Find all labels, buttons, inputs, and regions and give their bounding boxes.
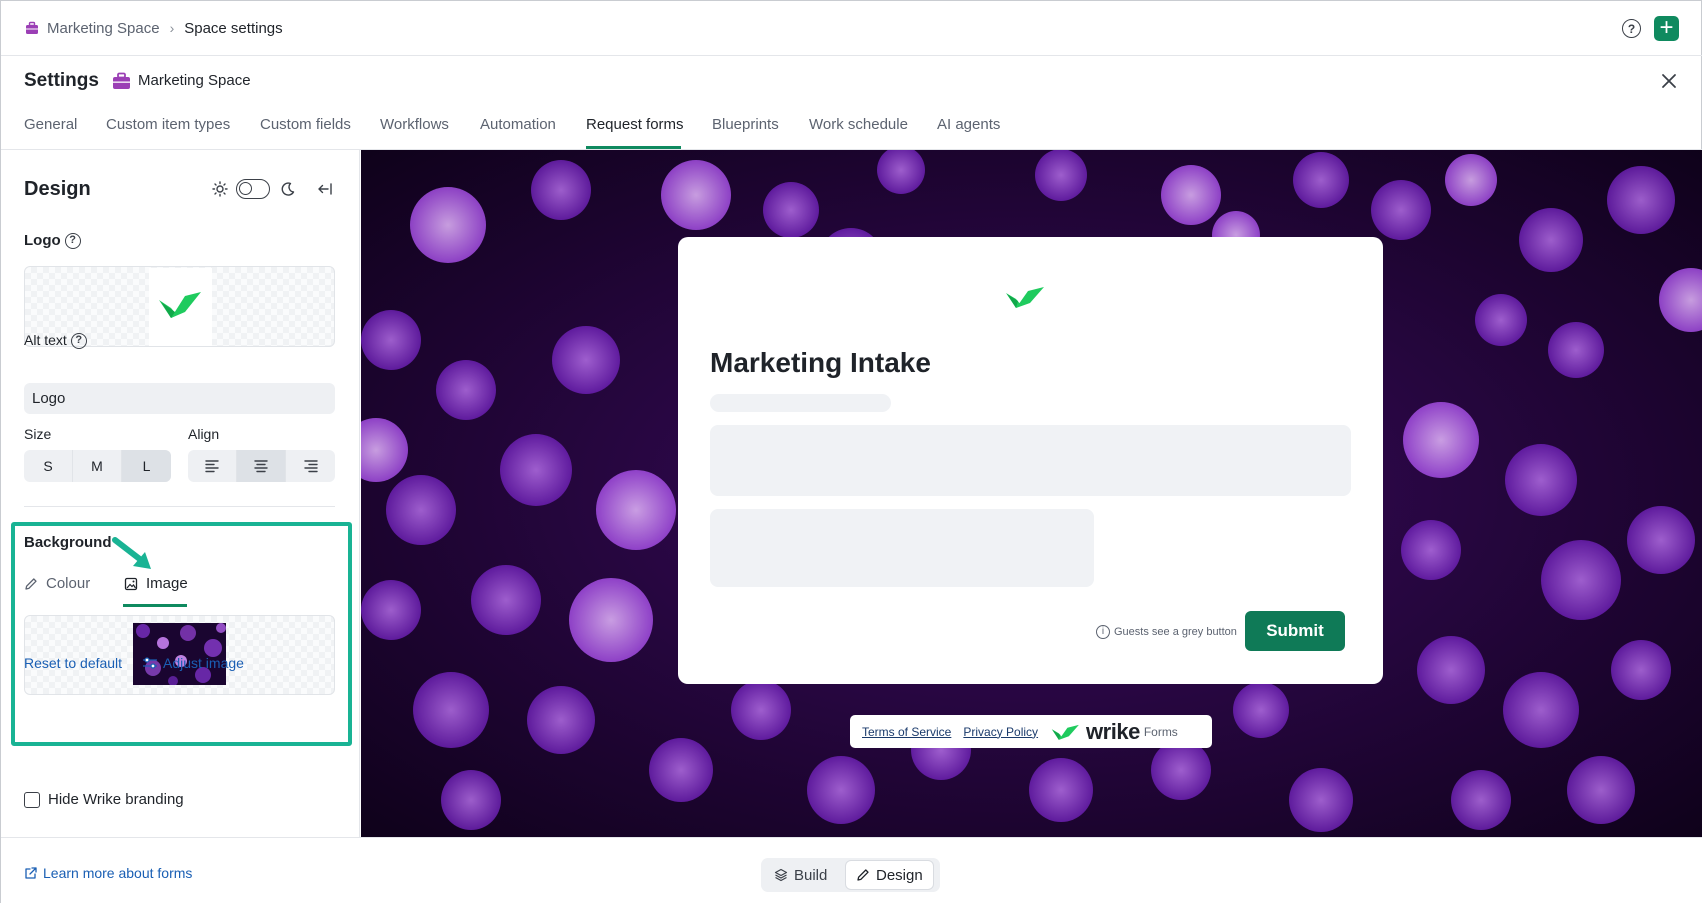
learn-more-text: Learn more about forms: [43, 865, 193, 881]
alt-text-label: Alt text?: [24, 332, 87, 350]
bg-tab-colour[interactable]: Colour: [24, 575, 90, 592]
design-mode-label: Design: [876, 866, 923, 884]
briefcase-icon: [113, 72, 130, 89]
logo-label: Logo?: [24, 232, 81, 250]
guest-note: i Guests see a grey button: [1096, 625, 1237, 639]
tab-work-schedule[interactable]: Work schedule: [809, 116, 908, 133]
reset-to-default-link[interactable]: Reset to default: [24, 655, 122, 671]
bg-tab-colour-label: Colour: [46, 575, 91, 592]
wrike-logo-icon: [1051, 724, 1079, 740]
active-tab-indicator: [586, 146, 681, 149]
size-selector: S M L: [24, 450, 171, 482]
tab-request-forms[interactable]: Request forms: [586, 116, 684, 133]
collapse-panel-icon[interactable]: [317, 181, 333, 197]
pencil-icon: [25, 577, 37, 590]
size-s-button[interactable]: S: [24, 450, 73, 482]
hide-branding-label: Hide Wrike branding: [48, 791, 184, 808]
align-right-button[interactable]: [286, 450, 335, 482]
adjust-image-label: Adjust image: [163, 655, 244, 671]
breadcrumb-current: Space settings: [184, 19, 283, 37]
tab-general[interactable]: General: [24, 116, 77, 133]
tab-workflows[interactable]: Workflows: [380, 116, 449, 133]
sun-icon: [212, 181, 228, 197]
alt-text-input[interactable]: Logo: [24, 383, 335, 414]
brush-icon: [857, 869, 869, 881]
align-center-button[interactable]: [237, 450, 286, 482]
info-icon: i: [1096, 625, 1110, 639]
divider: [24, 506, 335, 507]
sliders-icon: [143, 657, 157, 669]
guest-note-text: Guests see a grey button: [1114, 626, 1237, 638]
help-icon[interactable]: ?: [1622, 19, 1641, 38]
help-icon[interactable]: ?: [64, 233, 81, 250]
form-footer: Terms of Service Privacy Policy wrike Fo…: [850, 715, 1212, 748]
page-title: Settings: [24, 70, 99, 91]
form-title: Marketing Intake: [710, 347, 931, 378]
align-right-icon: [303, 460, 318, 473]
add-icon[interactable]: +: [1654, 16, 1679, 41]
layers-icon: [774, 868, 788, 882]
align-left-icon: [205, 460, 219, 473]
theme-toggle[interactable]: [236, 179, 270, 199]
build-design-toggle: Build Design: [761, 858, 940, 892]
learn-more-link[interactable]: Learn more about forms: [24, 865, 192, 881]
size-label: Size: [24, 426, 52, 442]
bg-tab-image-label: Image: [146, 575, 188, 592]
background-image-thumbnail: [133, 623, 226, 685]
settings-tabs: General Custom item types Custom fields …: [1, 101, 1702, 150]
terms-of-service-link[interactable]: Terms of Service: [862, 725, 951, 739]
tab-blueprints[interactable]: Blueprints: [712, 116, 779, 133]
toggle-knob: [239, 182, 252, 195]
build-mode-label: Build: [794, 866, 828, 884]
align-label: Align: [188, 426, 220, 442]
tab-custom-item-types[interactable]: Custom item types: [106, 116, 230, 133]
bottom-bar: Learn more about forms Build Design: [1, 837, 1702, 903]
image-icon: [124, 577, 138, 590]
external-link-icon: [25, 867, 37, 879]
form-description-placeholder: [710, 394, 891, 412]
background-label: Background: [24, 534, 112, 551]
tab-ai-agents[interactable]: AI agents: [937, 116, 1000, 133]
align-left-button[interactable]: [188, 450, 237, 482]
tab-automation[interactable]: Automation: [480, 116, 556, 133]
adjust-image-link[interactable]: Adjust image: [142, 655, 244, 671]
hide-branding-checkbox[interactable]: [24, 792, 40, 808]
wrike-brand-text: wrike: [1086, 718, 1140, 744]
align-center-icon: [254, 460, 268, 473]
bokeh-thumbnail-image: [133, 623, 226, 685]
chevron-right-icon: ›: [169, 20, 175, 36]
design-title: Design: [24, 178, 91, 200]
form-preview: Marketing Intake i Guests see a grey but…: [361, 150, 1702, 837]
align-selector: [188, 450, 335, 482]
moon-icon: [281, 182, 295, 196]
forms-suffix: Forms: [1143, 724, 1178, 739]
close-icon[interactable]: [1659, 71, 1679, 91]
size-l-button[interactable]: L: [122, 450, 171, 482]
alt-text-label-text: Alt text: [24, 332, 67, 348]
design-mode-button[interactable]: Design: [846, 861, 933, 889]
top-bar: Marketing Space › Space settings: [1, 1, 1702, 56]
bg-tab-image[interactable]: Image: [124, 575, 188, 592]
annotation-arrow-icon: [112, 537, 151, 569]
size-m-button[interactable]: M: [73, 450, 122, 482]
form-field-placeholder: [710, 425, 1351, 496]
form-card: Marketing Intake i Guests see a grey but…: [678, 237, 1383, 684]
space-name: Marketing Space: [138, 72, 251, 89]
privacy-policy-link[interactable]: Privacy Policy: [963, 725, 1038, 739]
tab-custom-fields[interactable]: Custom fields: [260, 116, 351, 133]
logo-label-text: Logo: [24, 232, 61, 249]
active-bg-tab-indicator: [123, 604, 187, 607]
briefcase-icon: [26, 21, 38, 34]
breadcrumb-space-link[interactable]: Marketing Space: [47, 20, 160, 37]
design-panel: Design Logo? Alt text ? Logo Size S M L …: [1, 150, 360, 837]
app-window: Marketing Space › Space settings ? + Set…: [0, 0, 1702, 903]
build-mode-button[interactable]: Build: [764, 861, 837, 889]
logo-preview: [149, 268, 212, 346]
wrike-logo-icon: [1006, 287, 1044, 308]
wrike-logo-icon: [159, 292, 201, 318]
form-field-placeholder: [710, 509, 1094, 587]
submit-button[interactable]: Submit: [1245, 611, 1345, 651]
help-icon[interactable]: ?: [70, 333, 87, 350]
